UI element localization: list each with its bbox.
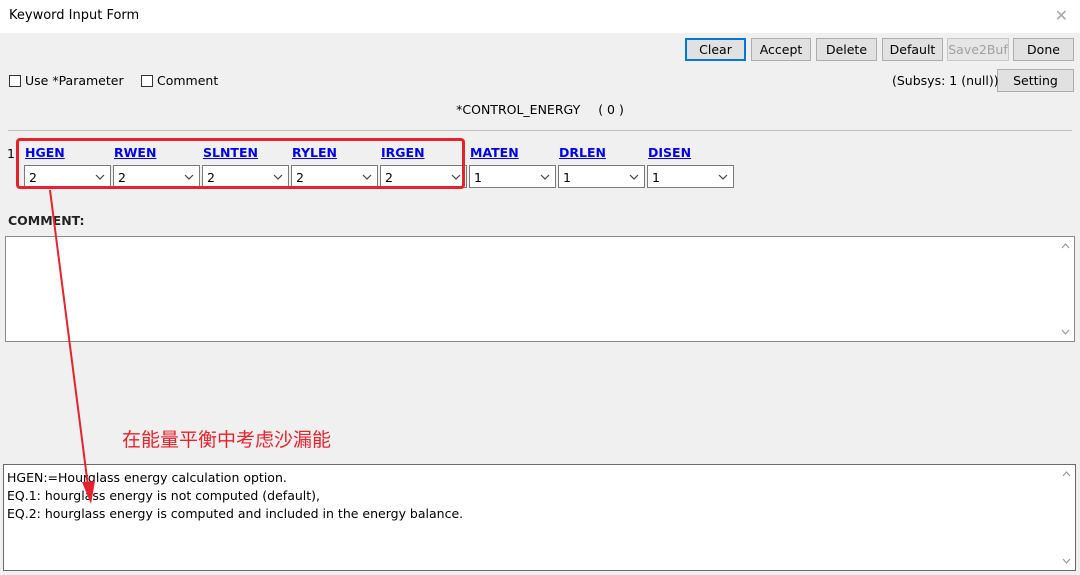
annotation-arrow <box>49 189 95 504</box>
